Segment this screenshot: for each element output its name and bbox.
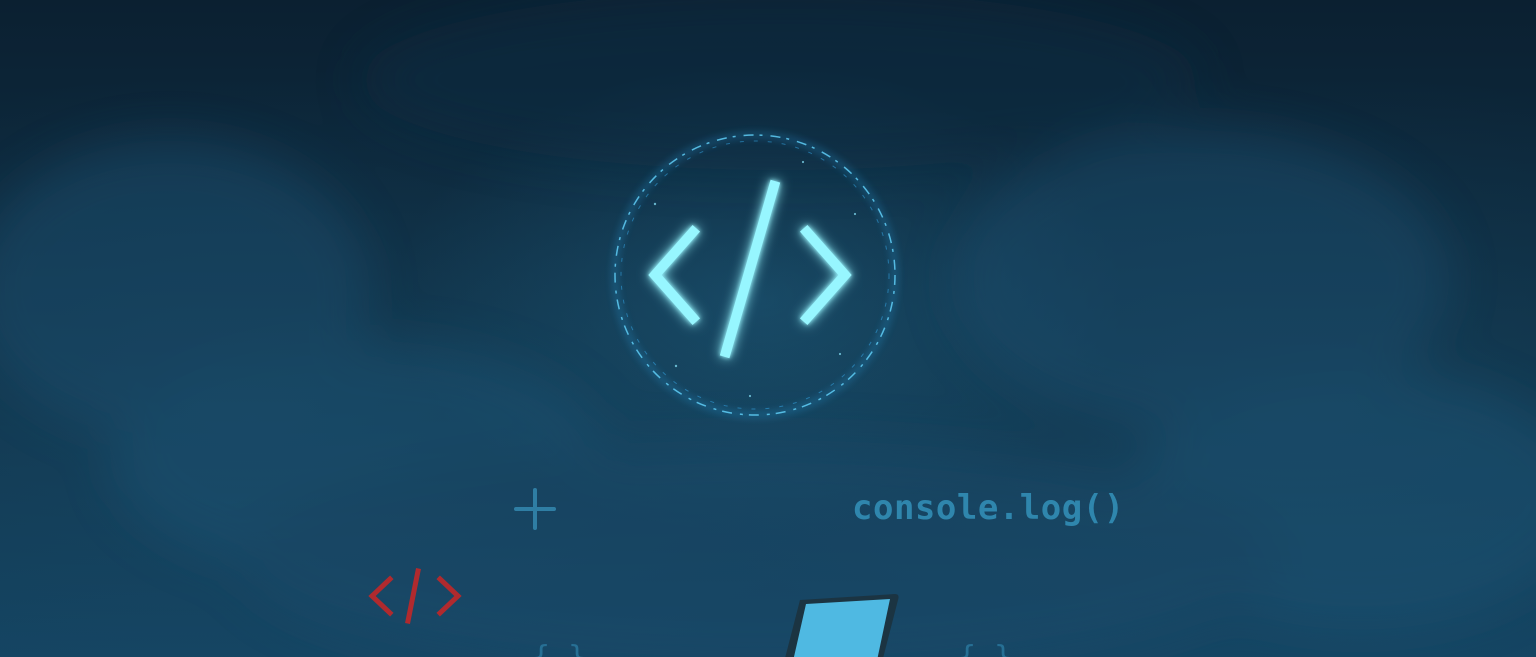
code-tag-glow-icon — [613, 133, 897, 417]
console-log-text: console.log() — [852, 488, 1125, 528]
plus-icon — [514, 488, 556, 530]
brace-right-icon: { } — [958, 640, 1012, 657]
laptop-icon — [785, 594, 899, 657]
red-code-tag-icon — [368, 568, 462, 624]
scene-background: console.log() { } { } — [0, 0, 1536, 657]
brace-left-icon: { } — [532, 640, 586, 657]
